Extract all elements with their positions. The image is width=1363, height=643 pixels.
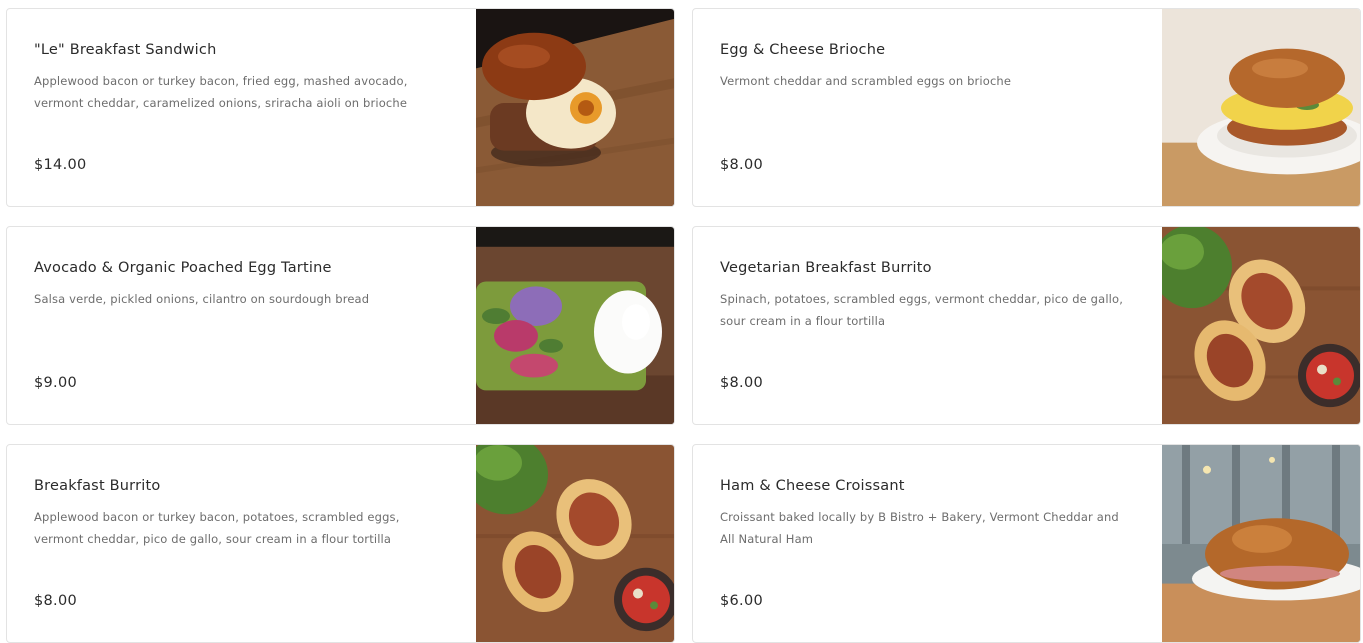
menu-item-card[interactable]: Vegetarian Breakfast Burrito Spinach, po… bbox=[692, 226, 1361, 425]
menu-item-description: Spinach, potatoes, scrambled eggs, vermo… bbox=[720, 292, 1123, 328]
menu-item-price: $8.00 bbox=[34, 593, 78, 609]
menu-item-description: Vermont cheddar and scrambled eggs on br… bbox=[720, 74, 1012, 88]
menu-item-card[interactable]: Ham & Cheese Croissant Croissant baked l… bbox=[692, 444, 1361, 643]
menu-item-price: $8.00 bbox=[720, 157, 764, 173]
menu-item-text: Egg & Cheese Brioche Vermont cheddar and… bbox=[720, 9, 1140, 206]
vegetarian-burrito-photo bbox=[1162, 227, 1360, 424]
menu-item-description: Croissant baked locally by B Bistro + Ba… bbox=[720, 510, 1119, 546]
menu-item-description: Applewood bacon or turkey bacon, potatoe… bbox=[34, 510, 400, 546]
breakfast-burrito-photo bbox=[476, 445, 674, 642]
menu-item-price: $6.00 bbox=[720, 593, 764, 609]
menu-item-card[interactable]: Breakfast Burrito Applewood bacon or tur… bbox=[6, 444, 675, 643]
menu-item-card[interactable]: Avocado & Organic Poached Egg Tartine Sa… bbox=[6, 226, 675, 425]
menu-item-text: Breakfast Burrito Applewood bacon or tur… bbox=[34, 445, 454, 642]
menu-item-text: "Le" Breakfast Sandwich Applewood bacon … bbox=[34, 9, 454, 206]
menu-item-price: $9.00 bbox=[34, 375, 78, 391]
menu-item-price: $8.00 bbox=[720, 375, 764, 391]
avocado-tartine-photo bbox=[476, 227, 674, 424]
menu-item-price: $14.00 bbox=[34, 157, 87, 173]
menu-item-text: Avocado & Organic Poached Egg Tartine Sa… bbox=[34, 227, 454, 424]
menu-item-name: Vegetarian Breakfast Burrito bbox=[720, 260, 932, 276]
egg-cheese-brioche-photo bbox=[1162, 9, 1360, 206]
menu-item-name: Avocado & Organic Poached Egg Tartine bbox=[34, 260, 332, 276]
menu-item-description: Salsa verde, pickled onions, cilantro on… bbox=[34, 292, 370, 306]
menu-item-text: Vegetarian Breakfast Burrito Spinach, po… bbox=[720, 227, 1140, 424]
menu-item-name: Egg & Cheese Brioche bbox=[720, 42, 886, 58]
menu-item-card[interactable]: "Le" Breakfast Sandwich Applewood bacon … bbox=[6, 8, 675, 207]
menu-item-description: Applewood bacon or turkey bacon, fried e… bbox=[34, 74, 408, 110]
ham-cheese-croissant-photo bbox=[1162, 445, 1360, 642]
menu-item-name: "Le" Breakfast Sandwich bbox=[34, 42, 217, 58]
menu-item-card[interactable]: Egg & Cheese Brioche Vermont cheddar and… bbox=[692, 8, 1361, 207]
menu-item-name: Breakfast Burrito bbox=[34, 478, 161, 494]
breakfast-sandwich-photo bbox=[476, 9, 674, 206]
menu-item-text: Ham & Cheese Croissant Croissant baked l… bbox=[720, 445, 1140, 642]
menu-item-name: Ham & Cheese Croissant bbox=[720, 478, 905, 494]
